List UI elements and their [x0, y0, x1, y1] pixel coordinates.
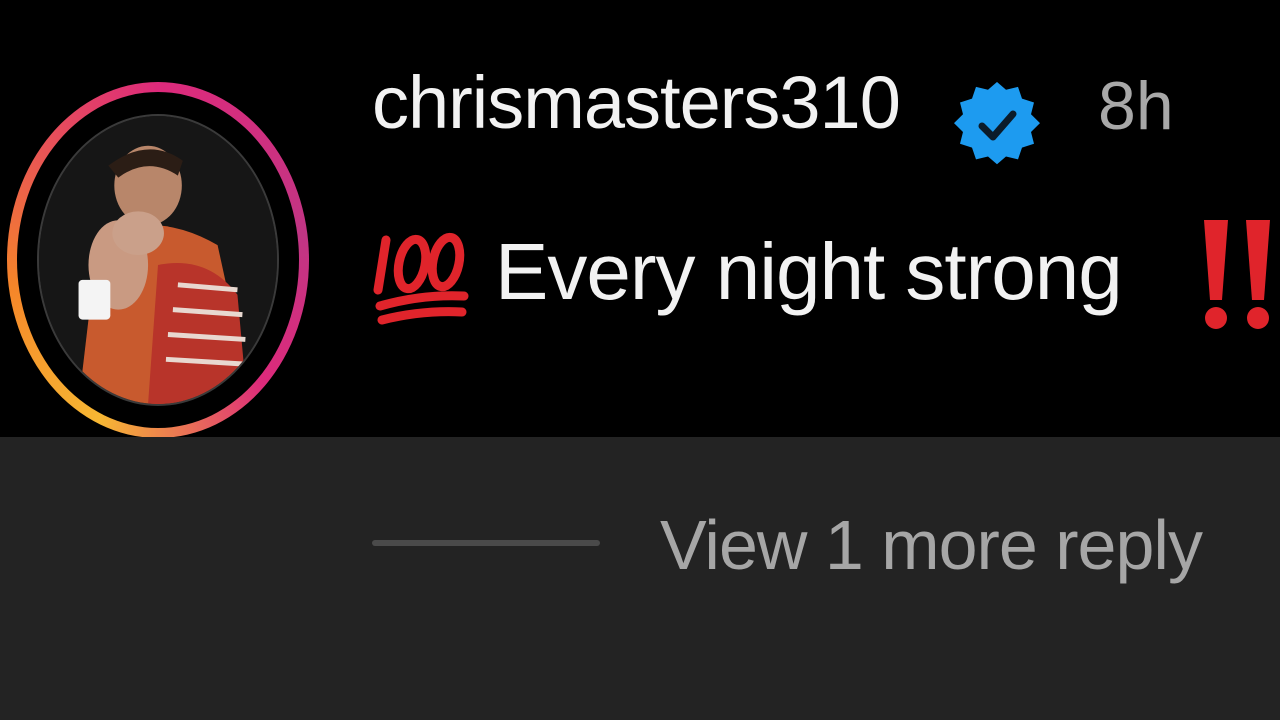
- view-more-replies-button[interactable]: View 1 more reply: [660, 510, 1203, 580]
- comment-text: Every night strong: [495, 227, 1123, 316]
- reply-divider: [372, 540, 600, 546]
- hundred-points-icon: [373, 232, 469, 325]
- avatar[interactable]: [37, 114, 279, 406]
- verified-badge-icon: [954, 82, 1040, 165]
- comment-row: chrismasters310 8h Every night strong: [0, 0, 1280, 438]
- avatar-photo: [39, 116, 277, 404]
- double-exclamation-icon: [1204, 220, 1270, 329]
- username[interactable]: chrismasters310: [372, 66, 901, 140]
- timestamp: 8h: [1098, 68, 1174, 144]
- story-ring[interactable]: [7, 82, 309, 438]
